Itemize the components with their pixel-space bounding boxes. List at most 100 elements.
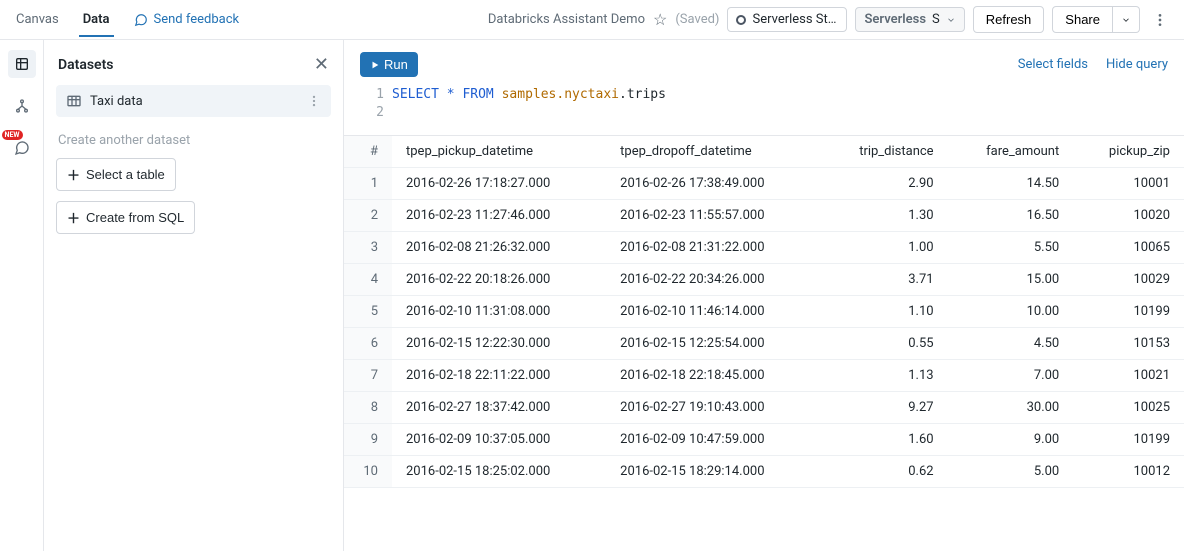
table-cell: 2016-02-10 11:46:14.000 (606, 296, 820, 328)
table-cell: 2016-02-09 10:37:05.000 (392, 424, 606, 456)
close-icon[interactable]: ✕ (314, 54, 329, 75)
table-cell: 15.00 (948, 264, 1074, 296)
overflow-menu-icon[interactable] (1148, 8, 1172, 32)
table-cell: 10199 (1073, 424, 1184, 456)
run-button[interactable]: Run (360, 52, 418, 77)
compute-label: Serverless (864, 12, 926, 27)
col-header[interactable]: fare_amount (948, 136, 1074, 168)
table-row[interactable]: 52016-02-10 11:31:08.0002016-02-10 11:46… (344, 296, 1184, 328)
top-tabs: Canvas Data (12, 2, 114, 37)
table-row[interactable]: 102016-02-15 18:25:02.0002016-02-15 18:2… (344, 456, 1184, 488)
table-cell: 2016-02-10 11:31:08.000 (392, 296, 606, 328)
table-cell: 2016-02-09 10:47:59.000 (606, 424, 820, 456)
table-cell: 1 (344, 168, 392, 200)
select-fields-link[interactable]: Select fields (1018, 57, 1088, 72)
table-cell: 2016-02-22 20:34:26.000 (606, 264, 820, 296)
table-cell: 1.00 (820, 232, 947, 264)
hide-query-link[interactable]: Hide query (1106, 57, 1168, 72)
table-cell: 7.00 (948, 360, 1074, 392)
select-table-label: Select a table (86, 167, 165, 182)
compute-selected: S (932, 12, 940, 27)
refresh-button[interactable]: Refresh (973, 6, 1045, 33)
table-cell: 10025 (1073, 392, 1184, 424)
table-row[interactable]: 92016-02-09 10:37:05.0002016-02-09 10:47… (344, 424, 1184, 456)
table-cell: 2016-02-15 18:25:02.000 (392, 456, 606, 488)
rail-schema-icon[interactable] (8, 92, 36, 120)
table-cell: 2016-02-08 21:31:22.000 (606, 232, 820, 264)
col-header[interactable]: tpep_pickup_datetime (392, 136, 606, 168)
col-header[interactable]: pickup_zip (1073, 136, 1184, 168)
table-cell: 0.55 (820, 328, 947, 360)
table-cell: 1.60 (820, 424, 947, 456)
table-cell: 3 (344, 232, 392, 264)
table-cell: 16.50 (948, 200, 1074, 232)
results-table-wrap[interactable]: #tpep_pickup_datetimetpep_dropoff_dateti… (344, 136, 1184, 551)
compute-selector[interactable]: Serverless S (855, 7, 964, 32)
table-cell: 2.90 (820, 168, 947, 200)
table-cell: 10001 (1073, 168, 1184, 200)
table-cell: 2016-02-08 21:26:32.000 (392, 232, 606, 264)
notebook-title[interactable]: Databricks Assistant Demo (488, 12, 645, 27)
send-feedback-link[interactable]: Send feedback (134, 12, 240, 27)
sql-text: SELECT * FROM samples.nyctaxi.trips (392, 87, 666, 123)
table-cell: 3.71 (820, 264, 947, 296)
results-table: #tpep_pickup_datetimetpep_dropoff_dateti… (344, 136, 1184, 488)
share-button[interactable]: Share (1052, 6, 1113, 33)
sql-editor[interactable]: 1 2 SELECT * FROM samples.nyctaxi.trips (360, 87, 1168, 123)
table-cell: 2016-02-27 18:37:42.000 (392, 392, 606, 424)
table-cell: 10153 (1073, 328, 1184, 360)
dataset-item[interactable]: Taxi data (56, 85, 331, 117)
dataset-kebab-icon[interactable] (307, 94, 321, 108)
rail-datasets-icon[interactable] (8, 50, 36, 78)
table-icon (66, 93, 82, 109)
tab-canvas[interactable]: Canvas (12, 2, 63, 37)
table-cell: 10 (344, 456, 392, 488)
table-cell: 9 (344, 424, 392, 456)
table-cell: 5.00 (948, 456, 1074, 488)
create-from-sql-button[interactable]: ＋ Create from SQL (56, 201, 195, 234)
table-cell: 30.00 (948, 392, 1074, 424)
play-icon (370, 60, 380, 70)
share-dropdown-button[interactable] (1113, 6, 1140, 33)
rail-assistant-icon[interactable]: NEW (8, 134, 36, 162)
compute-status-text: Serverless Sta… (752, 12, 838, 27)
table-cell: 4 (344, 264, 392, 296)
table-row[interactable]: 42016-02-22 20:18:26.0002016-02-22 20:34… (344, 264, 1184, 296)
star-icon[interactable]: ☆ (653, 10, 667, 29)
table-row[interactable]: 82016-02-27 18:37:42.0002016-02-27 19:10… (344, 392, 1184, 424)
col-header[interactable]: tpep_dropoff_datetime (606, 136, 820, 168)
table-cell: 10012 (1073, 456, 1184, 488)
table-row[interactable]: 22016-02-23 11:27:46.0002016-02-23 11:55… (344, 200, 1184, 232)
col-header[interactable]: # (344, 136, 392, 168)
plus-icon: ＋ (67, 208, 80, 227)
create-dataset-label: Create another dataset (56, 133, 331, 148)
table-cell: 9.00 (948, 424, 1074, 456)
col-header[interactable]: trip_distance (820, 136, 947, 168)
table-row[interactable]: 32016-02-08 21:26:32.0002016-02-08 21:31… (344, 232, 1184, 264)
table-cell: 2016-02-26 17:38:49.000 (606, 168, 820, 200)
send-feedback-label: Send feedback (154, 12, 240, 27)
table-cell: 2016-02-15 18:29:14.000 (606, 456, 820, 488)
dataset-name: Taxi data (90, 94, 143, 109)
table-cell: 4.50 (948, 328, 1074, 360)
line-gutter: 1 2 (360, 87, 384, 123)
select-table-button[interactable]: ＋ Select a table (56, 158, 176, 191)
table-cell: 10199 (1073, 296, 1184, 328)
table-row[interactable]: 12016-02-26 17:18:27.0002016-02-26 17:38… (344, 168, 1184, 200)
saved-status: (Saved) (675, 12, 719, 27)
tab-data[interactable]: Data (79, 2, 114, 37)
query-panel: Run Select fields Hide query 1 2 SELECT … (344, 40, 1184, 136)
table-cell: 2016-02-18 22:18:45.000 (606, 360, 820, 392)
compute-status-pill[interactable]: Serverless Sta… (727, 7, 847, 32)
side-panel: Datasets ✕ Taxi data Create another data… (44, 40, 344, 551)
table-cell: 9.27 (820, 392, 947, 424)
table-cell: 7 (344, 360, 392, 392)
table-row[interactable]: 62016-02-15 12:22:30.0002016-02-15 12:25… (344, 328, 1184, 360)
table-cell: 2016-02-18 22:11:22.000 (392, 360, 606, 392)
table-cell: 2016-02-27 19:10:43.000 (606, 392, 820, 424)
plus-icon: ＋ (67, 165, 80, 184)
table-cell: 5 (344, 296, 392, 328)
table-cell: 2016-02-26 17:18:27.000 (392, 168, 606, 200)
table-cell: 2016-02-23 11:55:57.000 (606, 200, 820, 232)
table-row[interactable]: 72016-02-18 22:11:22.0002016-02-18 22:18… (344, 360, 1184, 392)
